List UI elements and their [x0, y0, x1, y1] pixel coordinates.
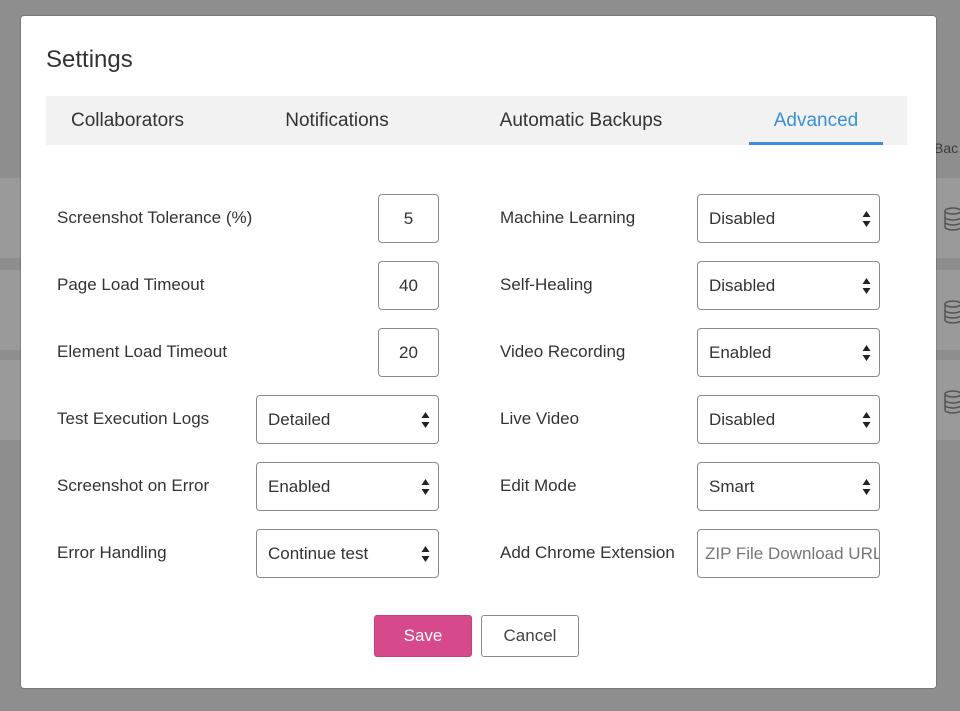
settings-tabs: Collaborators Notifications Automatic Ba… [46, 96, 907, 145]
settings-modal: Settings Collaborators Notifications Aut… [21, 16, 936, 688]
select-value: Detailed [268, 410, 331, 429]
element-load-timeout-input[interactable] [378, 328, 439, 377]
machine-learning-select[interactable]: Disabled [697, 194, 880, 243]
page-load-timeout-input[interactable] [378, 261, 439, 310]
add-chrome-extension-label: Add Chrome Extension [500, 543, 675, 562]
error-handling-select[interactable]: Continue test [256, 529, 439, 578]
live-video-label: Live Video [500, 409, 580, 428]
tab-advanced[interactable]: Advanced [749, 96, 883, 145]
chrome-extension-url-input[interactable] [697, 529, 880, 578]
select-arrows-icon [421, 479, 430, 495]
select-value: Continue test [268, 544, 369, 563]
self-healing-label: Self-Healing [500, 275, 593, 294]
screenshot-on-error-select[interactable]: Enabled [256, 462, 439, 511]
select-arrows-icon [862, 479, 871, 495]
select-value: Disabled [709, 276, 776, 295]
page-load-timeout-label: Page Load Timeout [57, 275, 205, 294]
background-column-header: Bac [934, 140, 959, 156]
self-healing-select[interactable]: Disabled [697, 261, 880, 310]
select-arrows-icon [421, 412, 430, 428]
tab-collaborators[interactable]: Collaborators [46, 96, 209, 145]
video-recording-select[interactable]: Enabled [697, 328, 880, 377]
database-icon [944, 207, 960, 231]
edit-mode-label: Edit Mode [500, 476, 577, 495]
test-execution-logs-select[interactable]: Detailed [256, 395, 439, 444]
select-value: Enabled [709, 343, 772, 362]
test-execution-logs-label: Test Execution Logs [57, 409, 210, 428]
select-value: Enabled [268, 477, 331, 496]
element-load-timeout-label: Element Load Timeout [57, 342, 228, 361]
save-button[interactable]: Save [374, 615, 472, 657]
select-arrows-icon [862, 211, 871, 227]
screenshot-tolerance-label: Screenshot Tolerance (%) [57, 208, 253, 227]
screenshot-on-error-label: Screenshot on Error [57, 476, 210, 495]
video-recording-label: Video Recording [500, 342, 626, 361]
select-arrows-icon [421, 546, 430, 562]
select-value: Disabled [709, 209, 776, 228]
live-video-select[interactable]: Disabled [697, 395, 880, 444]
select-value: Disabled [709, 410, 776, 429]
database-icon [944, 300, 960, 324]
machine-learning-label: Machine Learning [500, 208, 636, 227]
select-arrows-icon [862, 278, 871, 294]
edit-mode-select[interactable]: Smart [697, 462, 880, 511]
tab-automatic-backups[interactable]: Automatic Backups [486, 96, 676, 145]
select-arrows-icon [862, 412, 871, 428]
select-value: Smart [709, 477, 755, 496]
tab-notifications[interactable]: Notifications [267, 96, 407, 145]
cancel-button[interactable]: Cancel [481, 615, 579, 657]
screenshot-tolerance-input[interactable] [378, 194, 439, 243]
error-handling-label: Error Handling [57, 543, 167, 562]
database-icon [944, 390, 960, 414]
select-arrows-icon [862, 345, 871, 361]
modal-title: Settings [46, 46, 133, 73]
